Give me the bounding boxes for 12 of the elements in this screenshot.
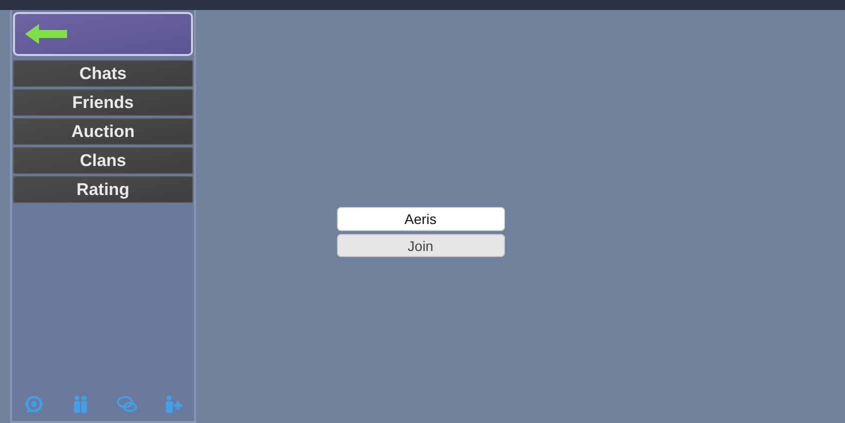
join-button[interactable]: Join bbox=[336, 234, 504, 257]
menu-button[interactable]: Rating bbox=[13, 176, 193, 203]
menu-button[interactable]: Auction bbox=[13, 118, 193, 145]
back-arrow-icon bbox=[25, 24, 67, 44]
name-field[interactable]: Aeris bbox=[336, 207, 504, 231]
back-button[interactable] bbox=[13, 12, 193, 56]
menu-button[interactable]: Chats bbox=[13, 60, 193, 87]
speech-bubbles-icon[interactable] bbox=[117, 394, 137, 414]
menu-button[interactable]: Friends bbox=[13, 89, 193, 116]
person-add-icon[interactable] bbox=[163, 394, 183, 414]
menu-button[interactable]: Clans bbox=[13, 147, 193, 174]
chat-bubble-icon[interactable] bbox=[25, 394, 45, 414]
